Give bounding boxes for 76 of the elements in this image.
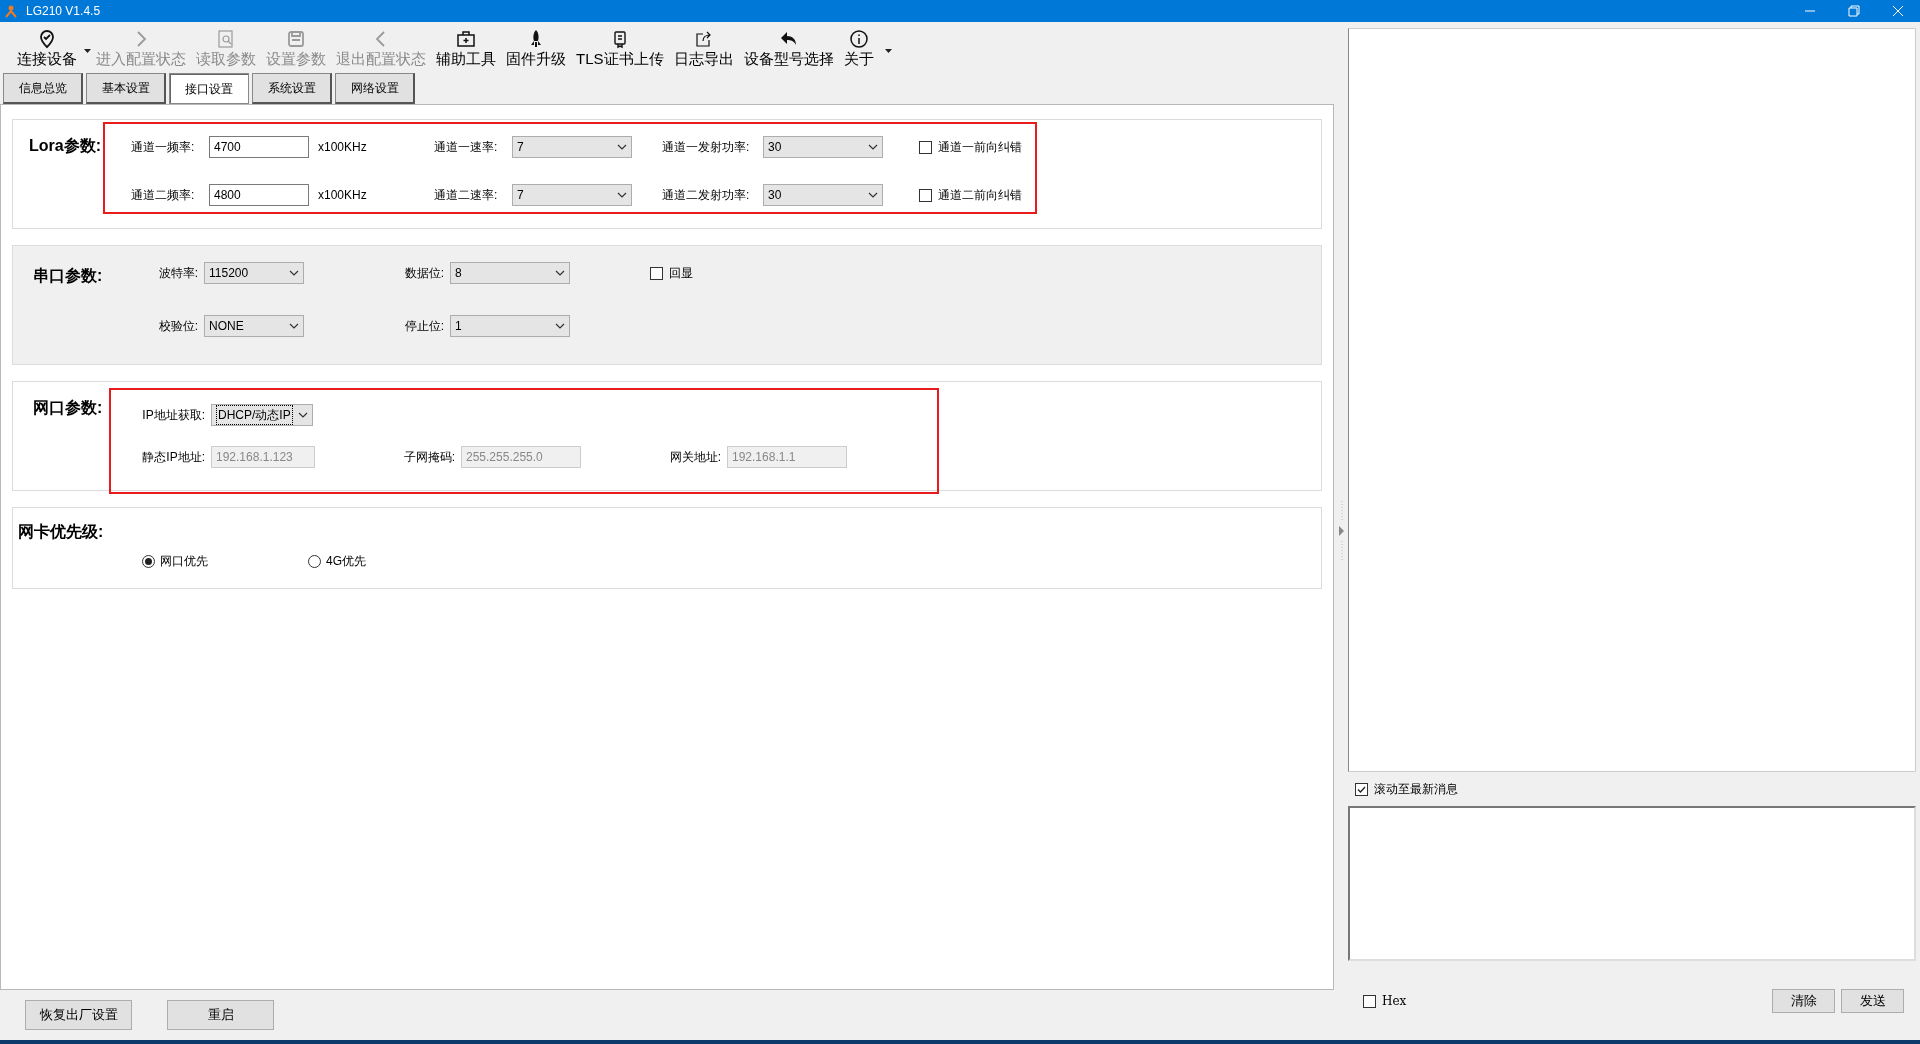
checkbox[interactable]: 通道二前向纠错 [919,186,1022,204]
action-button[interactable]: 清除 [1772,989,1835,1013]
dropdown-arrow-icon[interactable] [84,49,91,53]
dropdown[interactable]: 7 [512,136,632,158]
caret-icon [617,144,627,150]
action-button[interactable]: 重启 [167,1000,274,1030]
dropdown[interactable]: 115200 [204,262,304,284]
field-label: 通道二发射功率: [662,187,751,204]
field-label: 通道二速率: [434,187,499,204]
toolbar-button[interactable]: 连接设备 [12,29,82,69]
dropdown[interactable]: 7 [512,184,632,206]
toolbar-button[interactable]: TLS证书上传 [571,29,669,69]
action-button[interactable]: 发送 [1841,989,1904,1013]
field-label: 通道二频率: [131,187,196,204]
section-title: 串口参数: [33,266,104,286]
caret-icon [555,270,565,276]
info-icon [848,29,869,49]
close-icon[interactable] [1892,5,1904,17]
window-title: LG210 V1.4.5 [26,3,101,20]
text-field[interactable]: 4700 [209,136,309,158]
caret-icon [289,270,299,276]
tab[interactable]: 基本设置 [86,73,166,104]
section-title: Lora参数: [29,136,102,156]
radio-button[interactable]: 4G优先 [308,552,378,570]
app-icon [4,4,18,18]
field-label: 网关地址: [668,449,722,466]
field-label: 子网掩码: [402,449,456,466]
toolbar-button[interactable]: 辅助工具 [431,29,501,69]
field-label: 静态IP地址: [141,449,206,466]
overflow-arrow-icon[interactable] [884,49,892,53]
caret-icon [555,323,565,329]
field-label: 波特率: [157,265,199,282]
dropdown[interactable]: 1 [450,315,570,337]
field-label: 数据位: [403,265,445,282]
section-title: 网口参数: [33,398,104,418]
caret-icon [617,192,627,198]
tab[interactable]: 接口设置 [169,73,249,104]
checkbox[interactable]: 滚动至最新消息 [1355,780,1458,798]
field-label: IP地址获取: [141,407,206,424]
toolbox-icon [456,29,476,49]
field-label: 校验位: [157,318,199,335]
checkbox[interactable]: 回显 [650,264,693,282]
field-label: 通道一发射功率: [662,139,751,156]
toolbar-button[interactable]: 固件升级 [501,29,571,69]
splitter-handle[interactable] [1338,501,1346,561]
dropdown[interactable]: DHCP/动态IP [211,404,313,426]
caret-icon [868,192,878,198]
location-check-icon [37,29,57,49]
tab[interactable]: 网络设置 [335,73,415,104]
document-search-icon [216,29,236,49]
checkbox[interactable]: 通道一前向纠错 [919,138,1022,156]
tab[interactable]: 系统设置 [252,73,332,104]
save-icon [286,29,306,49]
restore-icon[interactable] [1848,5,1860,17]
toolbar-button[interactable]: 日志导出 [668,29,739,69]
field-label: x100KHz [317,139,368,156]
dropdown[interactable]: 8 [450,262,570,284]
section-title: 网卡优先级: [18,522,105,542]
field-label: 停止位: [403,318,445,335]
send-input[interactable] [1348,806,1916,961]
tab[interactable]: 信息总览 [3,73,83,104]
field-label: 通道一速率: [434,139,499,156]
radio-button[interactable]: 网口优先 [142,552,212,570]
toolbar-button[interactable]: 设备型号选择 [738,29,839,69]
field-label: x100KHz [317,187,368,204]
toolbar-button[interactable]: 关于 [838,29,879,69]
action-button[interactable]: 恢复出厂设置 [25,1000,132,1030]
field-label: 通道一频率: [131,139,196,156]
dropdown[interactable]: 30 [763,184,883,206]
checkbox[interactable]: Hex [1363,992,1407,1010]
dropdown[interactable]: NONE [204,315,304,337]
text-field[interactable]: 4800 [209,184,309,206]
caret-icon [289,323,299,329]
caret-icon [868,144,878,150]
dropdown[interactable]: 30 [763,136,883,158]
caret-icon [298,412,308,418]
